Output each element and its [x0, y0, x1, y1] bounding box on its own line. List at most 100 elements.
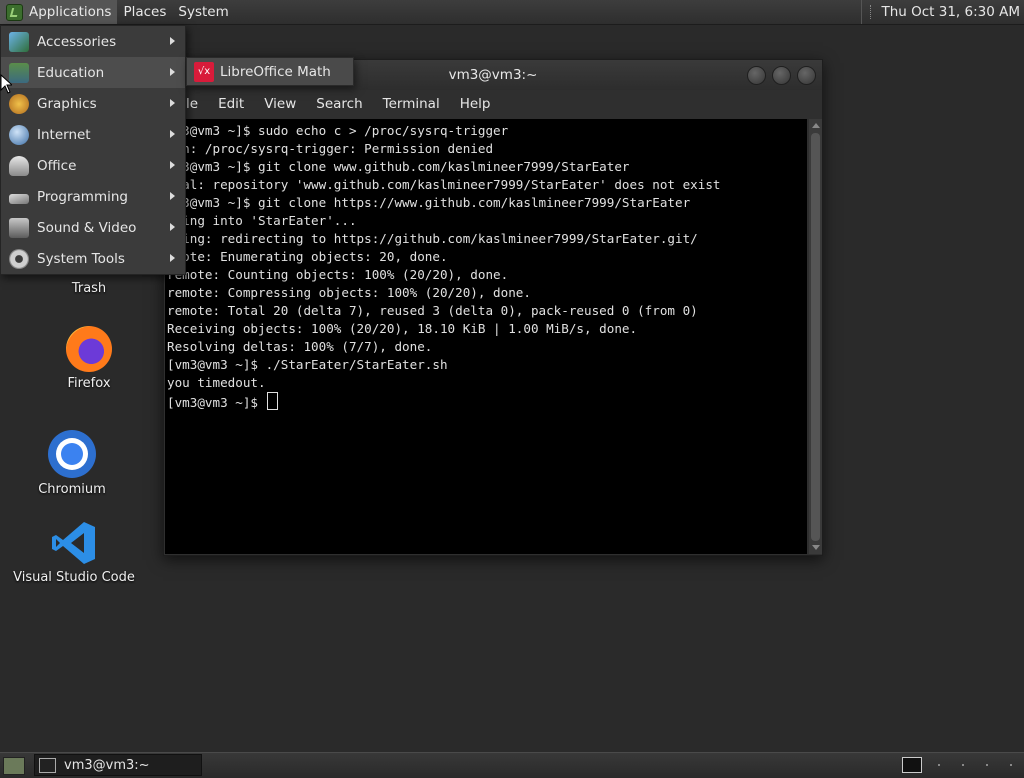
- terminal-line: vm3@vm3 ~]$ git clone www.github.com/kas…: [167, 159, 630, 174]
- text-cursor: [266, 392, 278, 410]
- submenu-arrow-icon: [170, 99, 175, 107]
- terminal-title: vm3@vm3:~: [448, 67, 538, 83]
- applications-menu[interactable]: Applications: [0, 0, 118, 24]
- submenu-arrow-icon: [170, 37, 175, 45]
- education-submenu: √x LibreOffice Math: [186, 57, 354, 86]
- terminal-line: remote: Counting objects: 100% (20/20), …: [167, 267, 509, 282]
- education-icon: [9, 62, 29, 83]
- panel-menu-bar: Applications Places System: [0, 0, 235, 24]
- terminal-scrollbar[interactable]: [809, 119, 822, 554]
- menu-item-office[interactable]: Office: [1, 150, 185, 181]
- terminal-line: oning into 'StarEater'...: [167, 213, 357, 228]
- maximize-button[interactable]: [772, 66, 791, 85]
- terminal-line: rning: redirecting to https://github.com…: [167, 231, 698, 246]
- menu-item-label: Graphics: [37, 95, 97, 112]
- workspace-5[interactable]: [1010, 764, 1012, 766]
- menu-item-label: Sound & Video: [37, 219, 137, 236]
- top-panel: Applications Places System Thu Oct 31, 6…: [0, 0, 1024, 25]
- menu-item-graphics[interactable]: Graphics: [1, 88, 185, 119]
- show-desktop-icon[interactable]: [3, 757, 25, 775]
- menu-item-label: Accessories: [37, 33, 117, 50]
- firefox-icon: [66, 326, 112, 372]
- menu-item-label: System Tools: [37, 250, 125, 267]
- sound-video-icon: [9, 217, 29, 238]
- applications-label: Applications: [29, 4, 112, 20]
- clock[interactable]: Thu Oct 31, 6:30 AM: [861, 0, 1024, 24]
- submenu-item-libreoffice-math[interactable]: LibreOffice Math: [220, 64, 331, 80]
- mouse-pointer-icon: [0, 74, 12, 94]
- terminal-line: Receiving objects: 100% (20/20), 18.10 K…: [167, 321, 638, 336]
- desktop-icon-chromium[interactable]: Chromium: [30, 430, 114, 497]
- submenu-arrow-icon: [170, 192, 175, 200]
- taskbar-window-label: vm3@vm3:~: [64, 757, 150, 773]
- internet-icon: [9, 124, 29, 145]
- desktop-icon-vscode[interactable]: Visual Studio Code: [10, 520, 138, 585]
- submenu-arrow-icon: [170, 223, 175, 231]
- terminal-line: vm3@vm3 ~]$ git clone https://www.github…: [167, 195, 691, 210]
- menu-item-sound-video[interactable]: Sound & Video: [1, 212, 185, 243]
- minimize-button[interactable]: [747, 66, 766, 85]
- places-menu[interactable]: Places: [117, 0, 172, 24]
- vscode-icon: [51, 520, 97, 566]
- terminal-line: ash: /proc/sysrq-trigger: Permission den…: [167, 141, 494, 156]
- menu-item-label: Programming: [37, 188, 128, 205]
- desktop-icon-label: Firefox: [67, 376, 111, 391]
- terminal-line: [vm3@vm3 ~]$ ./StarEater/StarEater.sh: [167, 357, 448, 372]
- scroll-down-icon[interactable]: [812, 545, 820, 550]
- applications-dropdown: Accessories Education Graphics Internet …: [0, 25, 186, 275]
- menu-item-education[interactable]: Education: [1, 57, 185, 88]
- menu-terminal[interactable]: Terminal: [373, 96, 450, 112]
- menu-item-accessories[interactable]: Accessories: [1, 26, 185, 57]
- submenu-arrow-icon: [170, 161, 175, 169]
- menu-item-label: Internet: [37, 126, 91, 143]
- terminal-menubar: le Edit View Search Terminal Help: [164, 90, 822, 118]
- accessories-icon: [9, 31, 29, 52]
- terminal-line: emote: Enumerating objects: 20, done.: [167, 249, 448, 264]
- panel-separator: [870, 5, 873, 19]
- programming-icon: [9, 193, 29, 204]
- office-icon: [9, 155, 29, 176]
- desktop-icon-firefox[interactable]: Firefox: [48, 326, 130, 391]
- libreoffice-math-icon: √x: [194, 61, 214, 82]
- desktop-icon-label: Visual Studio Code: [13, 570, 135, 585]
- menu-item-programming[interactable]: Programming: [1, 181, 185, 212]
- terminal-line: atal: repository 'www.github.com/kaslmin…: [167, 177, 721, 192]
- desktop-icon-trash[interactable]: Trash: [50, 277, 128, 296]
- menu-edit[interactable]: Edit: [208, 96, 254, 112]
- submenu-arrow-icon: [170, 254, 175, 262]
- terminal-line: Resolving deltas: 100% (7/7), done.: [167, 339, 433, 354]
- menu-item-system-tools[interactable]: System Tools: [1, 243, 185, 274]
- close-button[interactable]: [797, 66, 816, 85]
- terminal-icon: [39, 757, 56, 773]
- terminal-line: you timedout.: [167, 375, 266, 390]
- menu-view[interactable]: View: [254, 96, 306, 112]
- workspace-3[interactable]: [962, 764, 964, 766]
- terminal-line: remote: Compressing objects: 100% (20/20…: [167, 285, 531, 300]
- taskbar-window-terminal[interactable]: vm3@vm3:~: [34, 754, 202, 776]
- menu-item-label: Education: [37, 64, 105, 81]
- terminal-line: remote: Total 20 (delta 7), reused 3 (de…: [167, 303, 698, 318]
- workspace-1[interactable]: [902, 757, 922, 773]
- system-tools-icon: [9, 248, 29, 269]
- menu-item-label: Office: [37, 157, 77, 174]
- menu-item-internet[interactable]: Internet: [1, 119, 185, 150]
- submenu-arrow-icon: [170, 68, 175, 76]
- desktop-icon-label: Chromium: [38, 482, 106, 497]
- menu-search[interactable]: Search: [306, 96, 372, 112]
- terminal-output[interactable]: vm3@vm3 ~]$ sudo echo c > /proc/sysrq-tr…: [165, 119, 807, 554]
- workspace-4[interactable]: [986, 764, 988, 766]
- clock-label: Thu Oct 31, 6:30 AM: [881, 4, 1020, 20]
- applications-icon: [6, 3, 23, 21]
- desktop-icon-label: Trash: [71, 281, 107, 296]
- menu-help[interactable]: Help: [450, 96, 501, 112]
- scroll-thumb[interactable]: [811, 133, 820, 541]
- chromium-icon: [48, 430, 96, 478]
- terminal-prompt: [vm3@vm3 ~]$: [167, 395, 266, 410]
- window-controls: [747, 66, 816, 85]
- graphics-icon: [9, 93, 29, 114]
- workspace-2[interactable]: [938, 764, 940, 766]
- system-menu[interactable]: System: [172, 0, 234, 24]
- scroll-up-icon[interactable]: [812, 123, 820, 128]
- terminal-window[interactable]: vm3@vm3:~ le Edit View Search Terminal H…: [163, 59, 823, 556]
- bottom-panel: vm3@vm3:~: [0, 752, 1024, 778]
